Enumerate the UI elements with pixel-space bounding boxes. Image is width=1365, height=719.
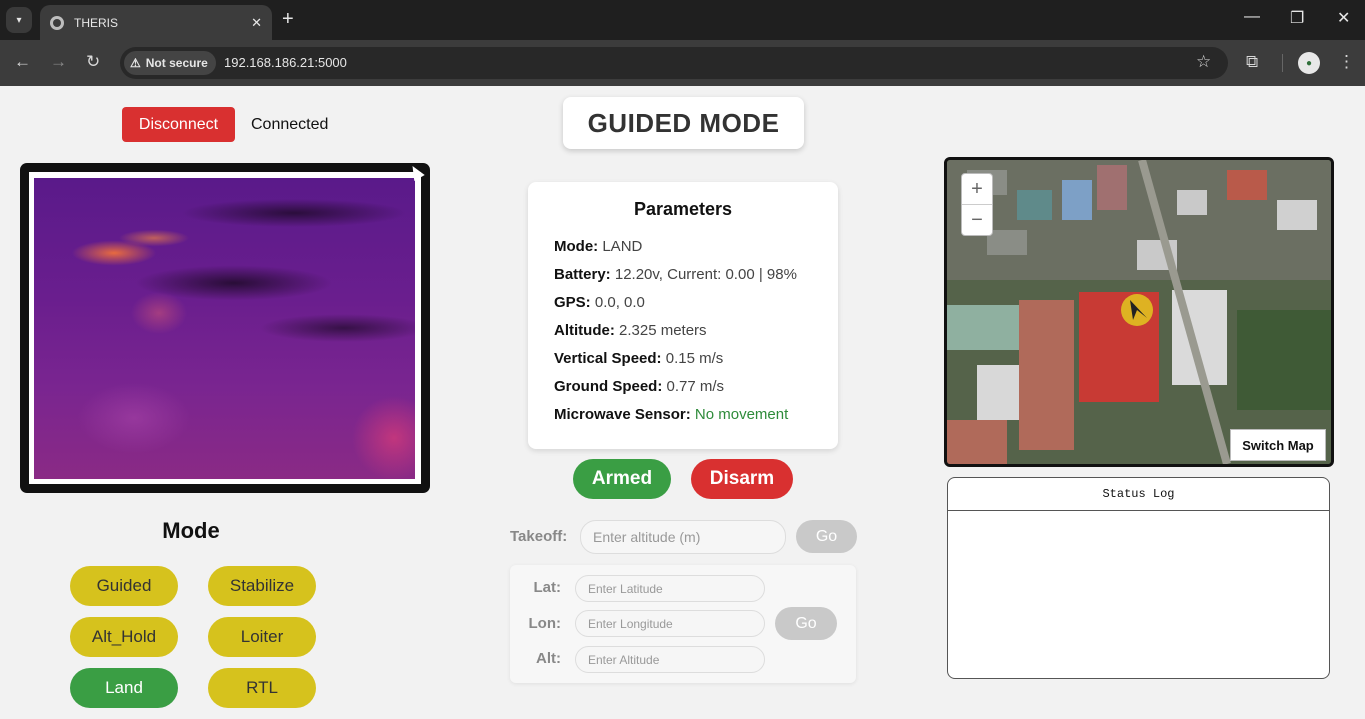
takeoff-altitude-input[interactable]: Enter altitude (m) [580, 520, 786, 554]
extensions-icon[interactable]: ⧉ [1246, 52, 1258, 72]
altitude-input[interactable]: Enter Altitude [575, 646, 765, 673]
param-label: Mode: [554, 238, 599, 255]
param-label: GPS: [554, 294, 591, 311]
disarm-button[interactable]: Disarm [691, 459, 793, 499]
thermal-camera-feed [34, 178, 415, 479]
mode-heading: Mode [162, 518, 220, 543]
connection-status: Connected [251, 116, 329, 133]
param-value: 0.77 m/s [666, 378, 725, 395]
menu-icon[interactable]: ⋮ [1338, 52, 1355, 72]
satellite-map[interactable]: + − Switch Map [944, 157, 1334, 467]
map-zoom-control: + − [961, 173, 993, 236]
new-tab-icon[interactable]: + [282, 8, 294, 30]
param-value: No movement [694, 406, 789, 423]
param-ground-speed: Ground Speed: 0.77 m/s [554, 378, 724, 395]
mode-rtl-button[interactable]: RTL [208, 668, 316, 708]
takeoff-label: Takeoff: [510, 528, 568, 545]
security-chip[interactable]: ⚠ Not secure [124, 51, 216, 75]
param-gps: GPS: 0.0, 0.0 [554, 294, 645, 311]
armed-button[interactable]: Armed [573, 459, 671, 499]
param-altitude: Altitude: 2.325 meters [554, 322, 707, 339]
browser-tab[interactable]: THERIS ✕ [40, 5, 272, 40]
parameters-panel: Parameters Mode: LAND Battery: 12.20v, C… [528, 182, 838, 449]
profile-icon[interactable]: ● [1298, 52, 1320, 74]
param-microwave-sensor: Microwave Sensor: No movement [554, 406, 788, 423]
thermal-camera-frame [20, 163, 430, 493]
forward-icon[interactable]: → [50, 52, 67, 72]
param-value: 0.15 m/s [665, 350, 724, 367]
zoom-in-icon[interactable]: + [962, 174, 992, 205]
param-label: Vertical Speed: [554, 350, 662, 367]
minimize-icon[interactable]: — [1244, 8, 1260, 26]
latitude-input[interactable]: Enter Latitude [575, 575, 765, 602]
tab-title: THERIS [74, 15, 119, 30]
longitude-input[interactable]: Enter Longitude [575, 610, 765, 637]
map-tiles [947, 160, 1331, 464]
tab-list-icon[interactable]: ▾ [6, 7, 32, 33]
lon-label: Lon: [528, 615, 561, 632]
reload-icon[interactable]: ↻ [86, 52, 100, 72]
page-title: GUIDED MODE [563, 97, 804, 149]
security-chip-label: Not secure [145, 56, 208, 70]
warning-icon: ⚠ [130, 56, 141, 70]
param-mode: Mode: LAND [554, 238, 642, 255]
star-icon[interactable]: ☆ [1196, 52, 1211, 72]
param-value: 12.20v, Current: 0.00 | 98% [614, 266, 797, 283]
param-label: Microwave Sensor: [554, 406, 691, 423]
zoom-out-icon[interactable]: − [962, 205, 992, 236]
close-icon[interactable]: ✕ [251, 15, 262, 31]
lat-label: Lat: [533, 579, 562, 596]
mode-loiter-button[interactable]: Loiter [208, 617, 316, 657]
url-text[interactable]: 192.168.186.21:5000 [224, 55, 347, 70]
disconnect-button[interactable]: Disconnect [122, 107, 235, 142]
mode-alt-hold-button[interactable]: Alt_Hold [70, 617, 178, 657]
param-label: Ground Speed: [554, 378, 663, 395]
waypoint-go-button[interactable]: Go [775, 607, 837, 640]
takeoff-go-button[interactable]: Go [796, 520, 857, 553]
globe-icon [50, 15, 64, 30]
mode-stabilize-button[interactable]: Stabilize [208, 566, 316, 606]
param-battery: Battery: 12.20v, Current: 0.00 | 98% [554, 266, 797, 283]
status-log-panel: Status Log [947, 477, 1330, 679]
param-value: LAND [602, 238, 643, 255]
back-icon[interactable]: ← [14, 52, 31, 72]
window-close-icon[interactable]: ✕ [1337, 8, 1350, 28]
param-label: Altitude: [554, 322, 615, 339]
browser-tab-bar: ▾ THERIS ✕ + — ❐ ✕ [0, 0, 1365, 40]
restore-icon[interactable]: ❐ [1290, 8, 1304, 28]
mode-land-button[interactable]: Land [70, 668, 178, 708]
parameters-title: Parameters [633, 199, 733, 219]
thermal-camera-border [29, 172, 421, 484]
switch-map-button[interactable]: Switch Map [1230, 429, 1326, 461]
param-label: Battery: [554, 266, 611, 283]
param-value: 2.325 meters [619, 322, 707, 339]
param-vertical-speed: Vertical Speed: 0.15 m/s [554, 350, 723, 367]
toolbar-divider [1282, 54, 1283, 72]
status-log-title: Status Log [948, 478, 1329, 511]
alt-label: Alt: [536, 650, 561, 667]
param-value: 0.0, 0.0 [594, 294, 645, 311]
mode-guided-button[interactable]: Guided [70, 566, 178, 606]
